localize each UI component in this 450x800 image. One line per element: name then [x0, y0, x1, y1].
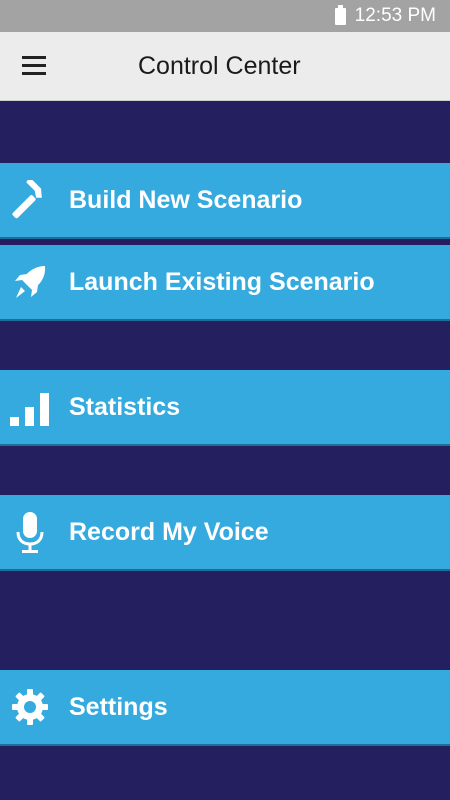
menu-item-label: Statistics — [69, 392, 181, 421]
signal-bars-icon — [10, 387, 50, 427]
status-bar: 12:53 PM — [0, 0, 450, 32]
microphone-icon — [10, 512, 50, 553]
menu-item-launch-existing-scenario[interactable]: Launch Existing Scenario — [0, 245, 450, 321]
gear-icon — [10, 687, 50, 727]
battery-icon — [334, 4, 346, 25]
menu-item-record-my-voice[interactable]: Record My Voice — [0, 495, 450, 571]
status-time: 12:53 PM — [354, 5, 436, 26]
rocket-icon — [10, 262, 50, 302]
menu-item-label: Record My Voice — [69, 517, 269, 546]
menu-item-build-new-scenario[interactable]: Build New Scenario — [0, 163, 450, 239]
hammer-icon — [10, 180, 50, 220]
menu-item-label: Launch Existing Scenario — [69, 267, 375, 296]
app-bar: Control Center — [0, 32, 450, 101]
menu-item-label: Settings — [69, 692, 168, 721]
hamburger-icon[interactable] — [22, 56, 48, 78]
menu-item-statistics[interactable]: Statistics — [0, 370, 450, 446]
menu-item-label: Build New Scenario — [69, 185, 303, 214]
page-title: Control Center — [138, 52, 301, 80]
menu-item-settings[interactable]: Settings — [0, 670, 450, 746]
